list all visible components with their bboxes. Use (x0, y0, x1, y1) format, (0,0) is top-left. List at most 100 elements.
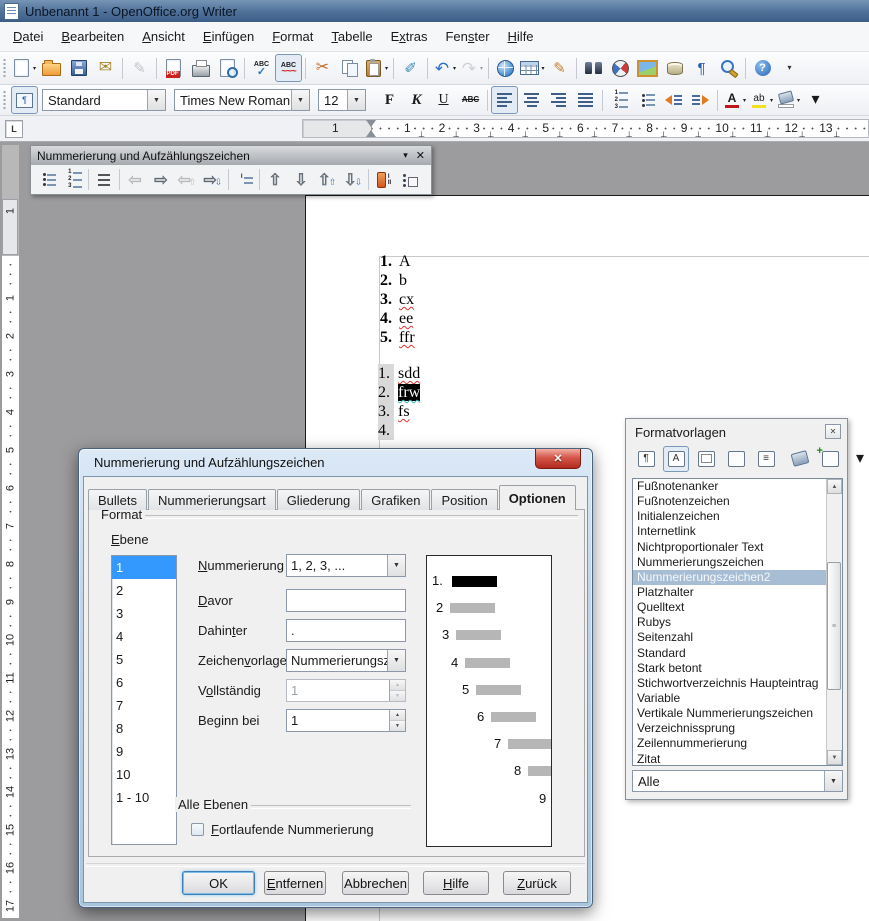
font-color-dropdown-icon[interactable]: ▾ (743, 97, 746, 104)
highlighting-button[interactable]: ab▾ (748, 86, 775, 114)
numbered-list-1[interactable]: 1.A2.b3.cx4.ee5.ffr (380, 252, 415, 347)
zeichenvorlage-combo[interactable]: Nummerierungszeichen2▼ (286, 649, 406, 672)
menu-item-bearbeiten[interactable]: Bearbeiten (52, 26, 133, 47)
undo-button[interactable]: ↶▾ (431, 54, 458, 82)
frame-styles-button[interactable] (693, 446, 719, 472)
increase-indent-button[interactable] (687, 86, 714, 114)
move-up-button[interactable]: ⇧ (262, 167, 288, 193)
level-item[interactable]: 3 (112, 602, 176, 625)
level-item[interactable]: 1 (112, 556, 176, 579)
strikethrough-button[interactable]: ABC (457, 86, 484, 114)
table-button[interactable]: ▾ (519, 54, 546, 82)
font-color-button[interactable]: A▾ (721, 86, 748, 114)
highlighting-dropdown-icon[interactable]: ▾ (770, 97, 773, 104)
window-titlebar[interactable]: Unbenannt 1 - OpenOffice.org Writer (0, 0, 869, 22)
bullets-numbering-floating-toolbar[interactable]: Nummerierung und Aufzählungszeichen ▾ ✕ … (30, 145, 432, 195)
floating-toolbar-titlebar[interactable]: Nummerierung und Aufzählungszeichen ▾ ✕ (31, 146, 431, 165)
ok-button[interactable]: OK (182, 871, 255, 895)
tab-optionen[interactable]: Optionen (499, 485, 576, 510)
entfernen-button[interactable]: Entfernen (264, 871, 326, 895)
decrease-indent-button[interactable] (660, 86, 687, 114)
demote-level-button[interactable]: ⇨ (148, 167, 174, 193)
style-list-item[interactable]: Rubys (633, 615, 831, 630)
open-button[interactable] (38, 54, 65, 82)
style-list-item[interactable]: Initialenzeichen (633, 509, 831, 524)
style-list-item[interactable]: Stark betont (633, 661, 831, 676)
page-styles-button[interactable] (723, 446, 749, 472)
tab-nummerierungsart[interactable]: Nummerierungsart (148, 489, 276, 510)
list-text[interactable]: sdd (398, 365, 420, 382)
font-size-combo[interactable]: 12 ▼ (318, 89, 366, 111)
align-center-button[interactable] (518, 86, 545, 114)
font-name-combo[interactable]: Times New Roman ▼ (174, 89, 310, 111)
menu-item-hilfe[interactable]: Hilfe (499, 26, 543, 47)
cut-button[interactable]: ✂ (309, 54, 336, 82)
print-button[interactable] (187, 54, 214, 82)
level-item[interactable]: 7 (112, 694, 176, 717)
numbering-dialog[interactable]: Nummerierung und Aufzählungszeichen ✕ Bu… (78, 448, 593, 908)
find-replace-button[interactable] (580, 54, 607, 82)
menu-item-ansicht[interactable]: Ansicht (133, 26, 194, 47)
demote-with-subpoints-button[interactable]: ⇨⇩ (200, 167, 226, 193)
tab-grafiken[interactable]: Grafiken (361, 489, 430, 510)
style-list-item[interactable]: Nummerierungszeichen2 (633, 570, 831, 585)
style-list-item[interactable]: Platzhalter (633, 585, 831, 600)
menu-item-fenster[interactable]: Fenster (436, 26, 498, 47)
align-justify-button[interactable] (572, 86, 599, 114)
style-list-item[interactable]: Nummerierungszeichen (633, 555, 831, 570)
paste-dropdown-icon[interactable]: ▾ (385, 65, 388, 72)
beginnbei-spin[interactable]: 1▲▼ (286, 709, 406, 732)
chevron-down-icon[interactable]: ▼ (291, 90, 309, 110)
paragraph-style-combo[interactable]: Standard ▼ (42, 89, 166, 111)
list-item[interactable]: 2.frw (378, 383, 420, 402)
style-list-item[interactable]: Stichwortverzeichnis Haupteintrag (633, 676, 831, 691)
data-sources-button[interactable] (661, 54, 688, 82)
navigator-button[interactable] (607, 54, 634, 82)
numbered-list-2[interactable]: 1.sdd2.frw3.fs4. (378, 364, 420, 440)
character-styles-button[interactable]: A (663, 446, 689, 472)
zurck-button[interactable]: Zurück (503, 871, 571, 895)
menu-item-extras[interactable]: Extras (382, 26, 437, 47)
indent-marker[interactable] (365, 120, 377, 137)
list-text[interactable]: A (399, 253, 411, 270)
tab-gliederung[interactable]: Gliederung (277, 489, 361, 510)
styles-window-button[interactable]: ¶ (11, 86, 38, 114)
list-text[interactable]: fs (398, 403, 410, 420)
scroll-up-icon[interactable]: ▲ (827, 479, 842, 494)
toolbar-menu-icon[interactable]: ▾ (403, 150, 408, 161)
chevron-down-icon[interactable]: ▼ (387, 650, 405, 671)
level-item[interactable]: 4 (112, 625, 176, 648)
close-icon[interactable]: ✕ (825, 424, 841, 439)
style-list-item[interactable]: Zitat (633, 752, 831, 766)
align-left-button[interactable] (491, 86, 518, 114)
list-text[interactable]: cx (399, 291, 414, 308)
style-list-item[interactable]: Internetlink (633, 524, 831, 539)
spin-up-icon[interactable]: ▲ (390, 710, 405, 720)
draw-functions-button[interactable]: ✎ (546, 54, 573, 82)
bullet-list-button[interactable] (633, 86, 660, 114)
gallery-button[interactable] (634, 54, 661, 82)
new-style-from-selection-button[interactable]: + (817, 446, 843, 472)
export-pdf-button[interactable]: PDF (160, 54, 187, 82)
chevron-down-icon[interactable]: ▼ (147, 90, 165, 110)
help-button[interactable]: ? (749, 54, 776, 82)
scroll-down-icon[interactable]: ▼ (827, 750, 842, 765)
spin-down-icon[interactable]: ▼ (390, 720, 405, 731)
tab-stop-selector[interactable]: L (5, 120, 23, 138)
list-item[interactable]: 1.sdd (378, 364, 420, 383)
style-list-item[interactable]: Standard (633, 646, 831, 661)
list-item[interactable]: 4. (378, 421, 420, 440)
autospellcheck-button[interactable]: ABC~~~ (275, 54, 302, 82)
numbering-on-off-button[interactable]: 123 (60, 167, 86, 193)
style-list-item[interactable]: Seitenzahl (633, 630, 831, 645)
save-button[interactable] (65, 54, 92, 82)
abbrechen-button[interactable]: Abbrechen (342, 871, 409, 895)
dahinter-text[interactable]: . (286, 619, 406, 642)
bullets-on-off-button[interactable] (34, 167, 60, 193)
style-list-item[interactable]: Fußnotenzeichen (633, 494, 831, 509)
level-item[interactable]: 1 - 10 (112, 786, 176, 809)
bold-button[interactable]: F (376, 86, 403, 114)
scrollbar-thumb[interactable]: ≡ (827, 562, 841, 690)
style-list-item[interactable]: Zeilennummerierung (633, 736, 831, 751)
style-list-item[interactable]: Verzeichnissprung (633, 721, 831, 736)
